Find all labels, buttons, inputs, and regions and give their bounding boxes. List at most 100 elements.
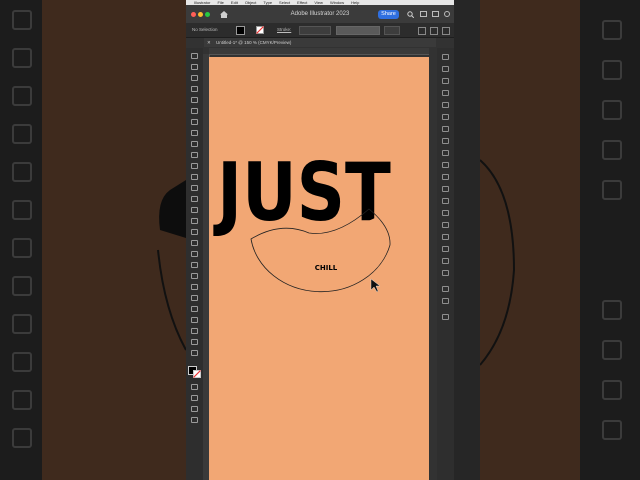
zoom-tool-icon[interactable] bbox=[191, 350, 198, 356]
selection-status: No Selection bbox=[192, 27, 218, 32]
arrange-documents-icon[interactable] bbox=[420, 11, 427, 17]
ghost-panel-icon bbox=[602, 100, 622, 120]
search-icon[interactable] bbox=[407, 11, 414, 18]
eraser-tool-icon[interactable] bbox=[191, 174, 198, 180]
stroke-color-swatch[interactable] bbox=[193, 370, 201, 378]
free-transform-tool-icon[interactable] bbox=[191, 218, 198, 224]
transparency-panel-icon[interactable] bbox=[442, 162, 449, 168]
stroke-weight-field[interactable] bbox=[299, 26, 331, 35]
shape-builder-tool-icon[interactable] bbox=[191, 229, 198, 235]
share-button[interactable]: Share bbox=[378, 10, 399, 19]
ghost-tool-icon bbox=[12, 48, 32, 68]
direct-selection-tool-icon[interactable] bbox=[191, 64, 198, 70]
artboard[interactable]: JUST CHILL bbox=[209, 57, 429, 480]
layers-panel-icon[interactable] bbox=[442, 66, 449, 72]
background-dark-column bbox=[580, 0, 640, 480]
illustrator-window: Illustrator File Edit Object Type Select… bbox=[186, 0, 454, 480]
artwork-canvas: JUST CHILL bbox=[213, 146, 391, 293]
rotate-tool-icon[interactable] bbox=[191, 185, 198, 191]
magic-wand-tool-icon[interactable] bbox=[191, 75, 198, 81]
column-graph-tool-icon[interactable] bbox=[191, 306, 198, 312]
links-panel-icon[interactable] bbox=[442, 286, 449, 292]
paintbrush-tool-icon[interactable] bbox=[191, 152, 198, 158]
pen-tool-icon[interactable] bbox=[191, 97, 198, 103]
ghost-panel-icon bbox=[602, 380, 622, 400]
workspace-switcher-icon[interactable] bbox=[432, 11, 439, 17]
ellipse-tool-icon[interactable] bbox=[191, 141, 198, 147]
gradient-panel-icon[interactable] bbox=[442, 150, 449, 156]
mesh-tool-icon[interactable] bbox=[191, 251, 198, 257]
background-left-panel bbox=[0, 0, 186, 480]
scale-tool-icon[interactable] bbox=[191, 196, 198, 202]
align-panel-icon[interactable] bbox=[442, 198, 449, 204]
brushes-panel-icon[interactable] bbox=[442, 114, 449, 120]
pathfinder-panel-icon[interactable] bbox=[442, 210, 449, 216]
ghost-tool-icon bbox=[12, 200, 32, 220]
ghost-panel-icon bbox=[602, 180, 622, 200]
perspective-grid-tool-icon[interactable] bbox=[191, 240, 198, 246]
line-segment-tool-icon[interactable] bbox=[191, 130, 198, 136]
close-tab-icon[interactable]: ✕ bbox=[207, 40, 211, 46]
width-tool-icon[interactable] bbox=[191, 207, 198, 213]
ghost-panel-icon bbox=[602, 60, 622, 80]
headline-text[interactable]: JUST bbox=[213, 146, 391, 239]
screen-mode-icon[interactable] bbox=[191, 406, 198, 412]
type-tool-icon[interactable] bbox=[191, 119, 198, 125]
stroke-swatch[interactable] bbox=[256, 26, 264, 34]
eyedropper-tool-icon[interactable] bbox=[191, 273, 198, 279]
ghost-tool-icon bbox=[12, 238, 32, 258]
ghost-panel-icon bbox=[602, 300, 622, 320]
slice-tool-icon[interactable] bbox=[191, 328, 198, 334]
brush-definition[interactable] bbox=[384, 26, 400, 35]
curvature-tool-icon[interactable] bbox=[191, 108, 198, 114]
edit-toolbar-icon[interactable] bbox=[191, 417, 198, 423]
artboard-tool-icon[interactable] bbox=[191, 317, 198, 323]
character-panel-icon[interactable] bbox=[442, 246, 449, 252]
color-panel-icon[interactable] bbox=[442, 90, 449, 96]
align-icon[interactable] bbox=[418, 27, 426, 35]
ghost-tool-icon bbox=[12, 10, 32, 30]
ghost-tool-icon bbox=[12, 276, 32, 296]
graphic-styles-panel-icon[interactable] bbox=[442, 186, 449, 192]
ghost-tool-icon bbox=[12, 390, 32, 410]
appearance-panel-icon[interactable] bbox=[442, 174, 449, 180]
subtext[interactable]: CHILL bbox=[315, 264, 338, 272]
swatches-panel-icon[interactable] bbox=[442, 102, 449, 108]
discover-icon[interactable] bbox=[444, 11, 450, 17]
fill-swatch[interactable] bbox=[236, 26, 245, 35]
symbols-panel-icon[interactable] bbox=[442, 126, 449, 132]
variable-width-profile[interactable] bbox=[336, 26, 380, 35]
blend-tool-icon[interactable] bbox=[191, 284, 198, 290]
more-options-icon[interactable] bbox=[442, 27, 450, 35]
opentype-panel-icon[interactable] bbox=[442, 270, 449, 276]
background-arc-echo bbox=[480, 159, 516, 366]
pencil-tool-icon[interactable] bbox=[191, 163, 198, 169]
ghost-panel-icon bbox=[602, 140, 622, 160]
ghost-tool-icon bbox=[12, 428, 32, 448]
paragraph-panel-icon[interactable] bbox=[442, 258, 449, 264]
properties-panel-icon[interactable] bbox=[442, 54, 449, 60]
libraries-panel-icon[interactable] bbox=[442, 78, 449, 84]
stroke-label[interactable]: Stroke: bbox=[277, 27, 291, 32]
mouse-cursor-icon bbox=[370, 278, 381, 293]
hand-tool-icon[interactable] bbox=[191, 339, 198, 345]
gradient-tool-icon[interactable] bbox=[191, 262, 198, 268]
tools-panel bbox=[186, 48, 203, 480]
color-mode-icon[interactable] bbox=[191, 384, 198, 390]
ghost-panel-icon bbox=[602, 420, 622, 440]
draw-mode-icon[interactable] bbox=[191, 395, 198, 401]
transform-panel-icon[interactable] bbox=[442, 222, 449, 228]
asset-export-panel-icon[interactable] bbox=[442, 314, 449, 320]
artboards-panel-icon[interactable] bbox=[442, 234, 449, 240]
ghost-tool-icon bbox=[12, 352, 32, 372]
transform-icon[interactable] bbox=[430, 27, 438, 35]
ghost-tool-icon bbox=[12, 86, 32, 106]
stroke-panel-icon[interactable] bbox=[442, 138, 449, 144]
control-bar: No Selection Stroke: bbox=[186, 23, 454, 38]
document-tab[interactable]: ✕ Untitled-1* @ 150 % (CMYK/Preview) bbox=[204, 38, 436, 47]
symbol-sprayer-tool-icon[interactable] bbox=[191, 295, 198, 301]
image-trace-panel-icon[interactable] bbox=[442, 298, 449, 304]
horizontal-ruler bbox=[209, 48, 429, 55]
lasso-tool-icon[interactable] bbox=[191, 86, 198, 92]
selection-tool-icon[interactable] bbox=[191, 53, 198, 59]
